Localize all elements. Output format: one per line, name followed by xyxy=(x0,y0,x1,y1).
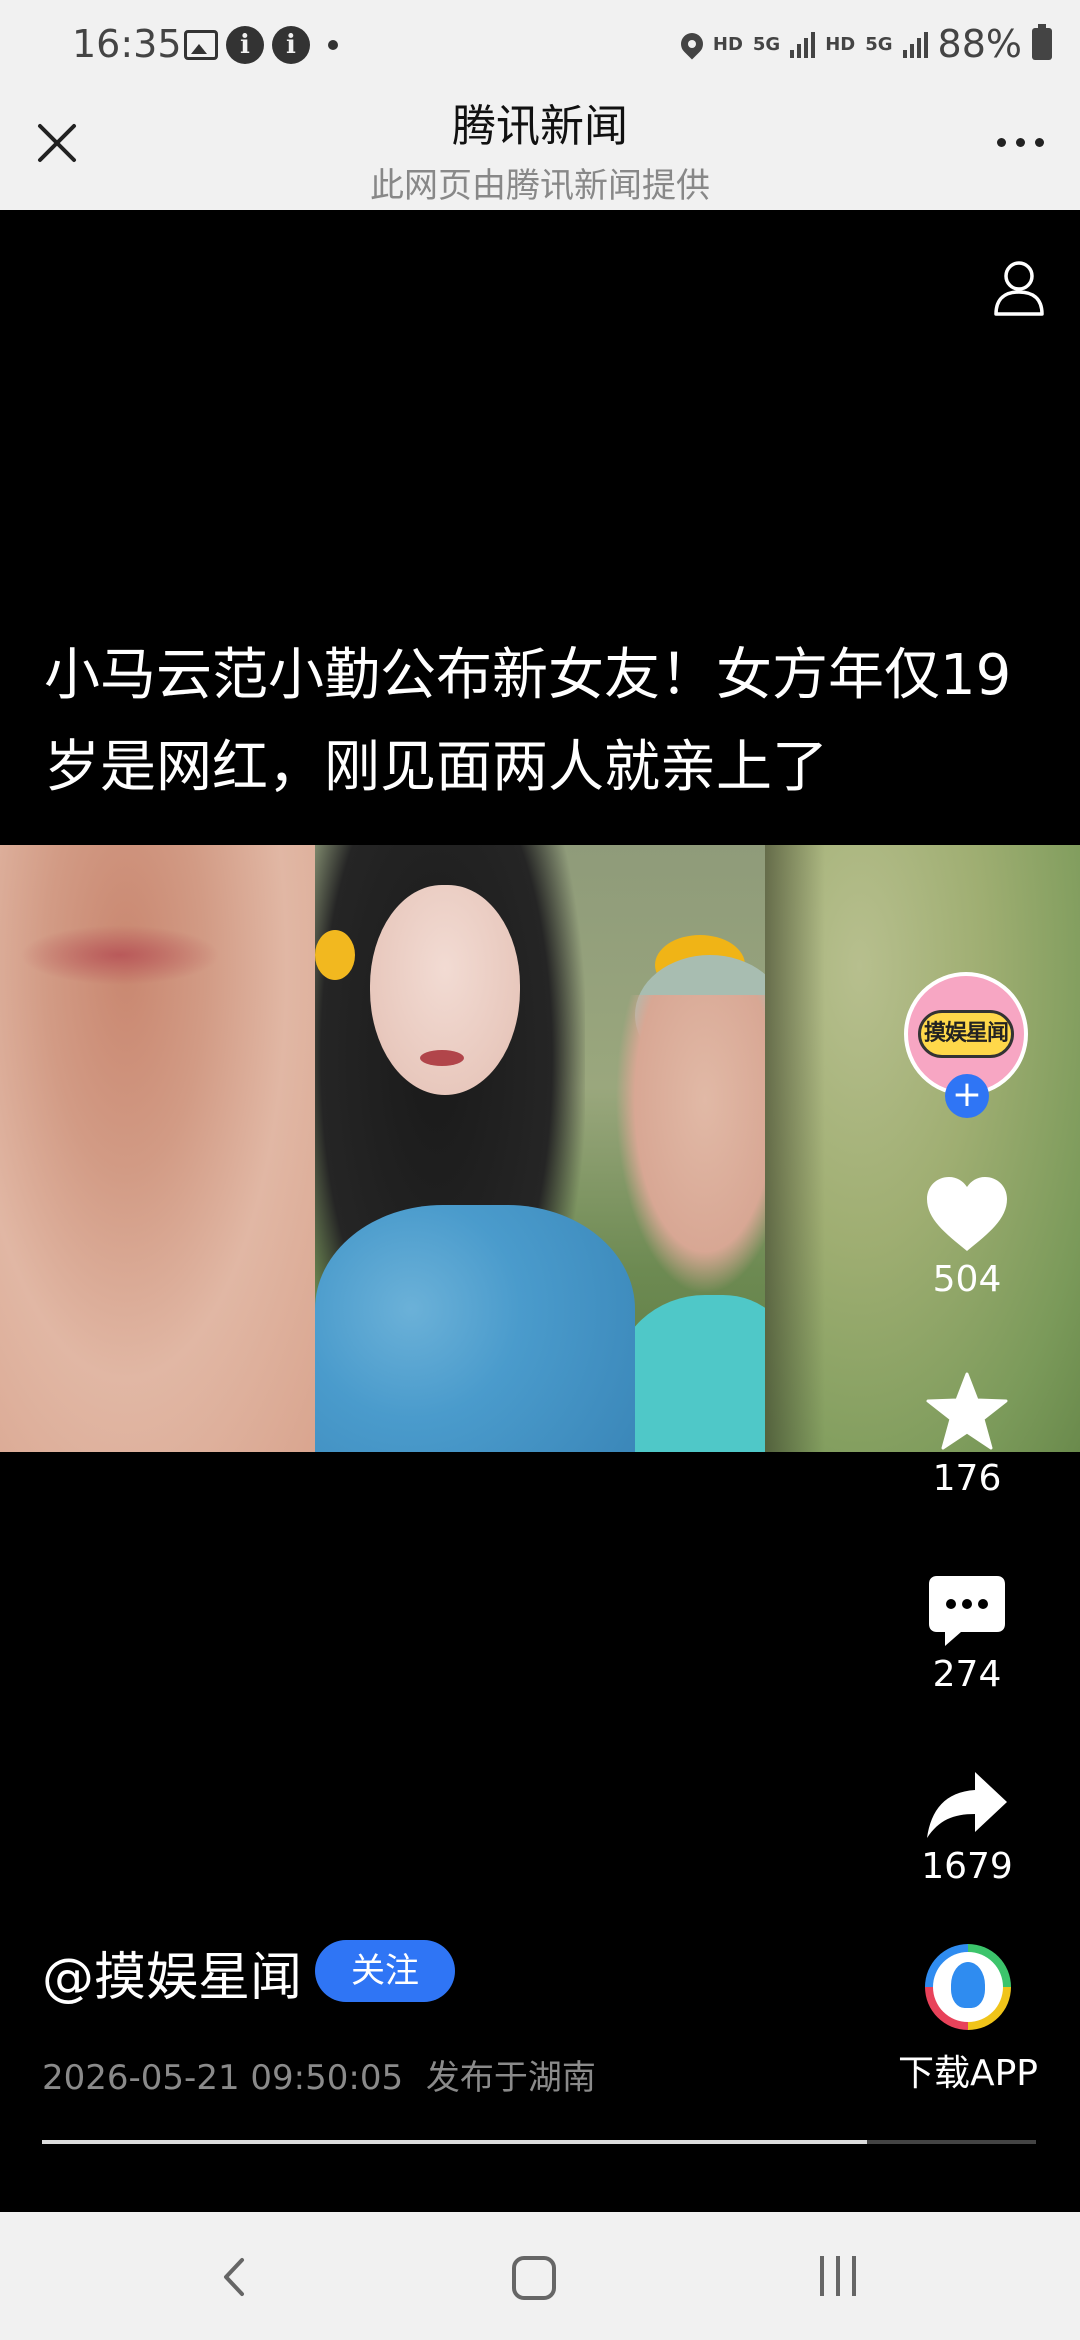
hd-label: HD xyxy=(825,33,856,55)
share-icon xyxy=(927,1772,1007,1838)
location-icon xyxy=(676,28,708,60)
dot-icon xyxy=(328,40,338,50)
favorite-count: 176 xyxy=(932,1458,1002,1499)
status-bar: 16:35 i i HD 5G HD 5G 88% xyxy=(0,0,1080,90)
tencent-news-logo-icon xyxy=(925,1944,1011,2030)
network-label: 5G xyxy=(752,33,781,55)
publish-meta: 2026-05-21 09:50:05 发布于湖南 xyxy=(42,2050,596,2099)
comment-icon xyxy=(929,1576,1005,1646)
battery-percent: 88% xyxy=(937,22,1022,66)
info-icon: i xyxy=(272,26,310,64)
download-app-label: 下载APP xyxy=(897,2053,1039,2094)
publish-date: 2026-05-21 09:50:05 xyxy=(42,2058,404,2098)
video-headline: 小马云范小勤公布新女友！女方年仅19岁是网红，刚见面两人就亲上了 xyxy=(44,643,1012,800)
share-count: 1679 xyxy=(921,1846,1013,1887)
video-progress-bar[interactable] xyxy=(42,2140,1036,2144)
notification-icons: i i xyxy=(184,26,338,64)
user-icon[interactable] xyxy=(992,258,1046,316)
video-right-panel xyxy=(765,845,1080,1452)
battery-icon xyxy=(1032,24,1052,60)
comment-count: 274 xyxy=(932,1654,1002,1695)
avatar-logo-text: 摸娱星闻 xyxy=(918,1010,1014,1058)
star-icon xyxy=(926,1372,1008,1450)
info-icon: i xyxy=(226,26,264,64)
system-icons: HD 5G HD 5G 88% xyxy=(676,22,1052,66)
more-options-icon[interactable] xyxy=(997,138,1044,147)
video-left-panel xyxy=(0,845,315,1452)
favorite-button[interactable]: 176 xyxy=(887,1372,1047,1499)
share-button[interactable]: 1679 xyxy=(887,1770,1047,1887)
author-name[interactable]: @摸娱星闻 xyxy=(42,1935,302,2010)
page-subtitle: 此网页由腾讯新闻提供 xyxy=(370,166,710,206)
network-label: 5G xyxy=(865,33,893,55)
heart-icon xyxy=(927,1177,1007,1251)
home-icon[interactable] xyxy=(512,2256,556,2300)
system-nav-bar xyxy=(0,2212,1080,2340)
video-center-panel xyxy=(315,845,765,1452)
video-player[interactable] xyxy=(0,845,1080,1452)
follow-plus-button[interactable]: + xyxy=(945,1074,989,1118)
publish-location: 发布于湖南 xyxy=(425,2058,596,2098)
webview-titlebar: 腾讯新闻 此网页由腾讯新闻提供 xyxy=(0,90,1080,210)
recent-apps-icon[interactable] xyxy=(820,2256,856,2296)
hd-label: HD xyxy=(712,33,743,55)
signal-icon xyxy=(790,30,816,58)
back-icon[interactable] xyxy=(210,2252,260,2302)
page-title: 腾讯新闻 xyxy=(452,101,628,152)
signal-icon xyxy=(902,30,928,58)
follow-button[interactable]: 关注 xyxy=(315,1940,455,2002)
like-button[interactable]: 504 xyxy=(887,1175,1047,1300)
like-count: 504 xyxy=(932,1259,1002,1300)
video-progress-fill xyxy=(42,2140,868,2144)
status-time: 16:35 xyxy=(72,22,182,66)
comment-button[interactable]: 274 xyxy=(887,1574,1047,1695)
download-app-button[interactable]: 下载APP xyxy=(888,1944,1048,2096)
gallery-icon xyxy=(184,30,218,60)
